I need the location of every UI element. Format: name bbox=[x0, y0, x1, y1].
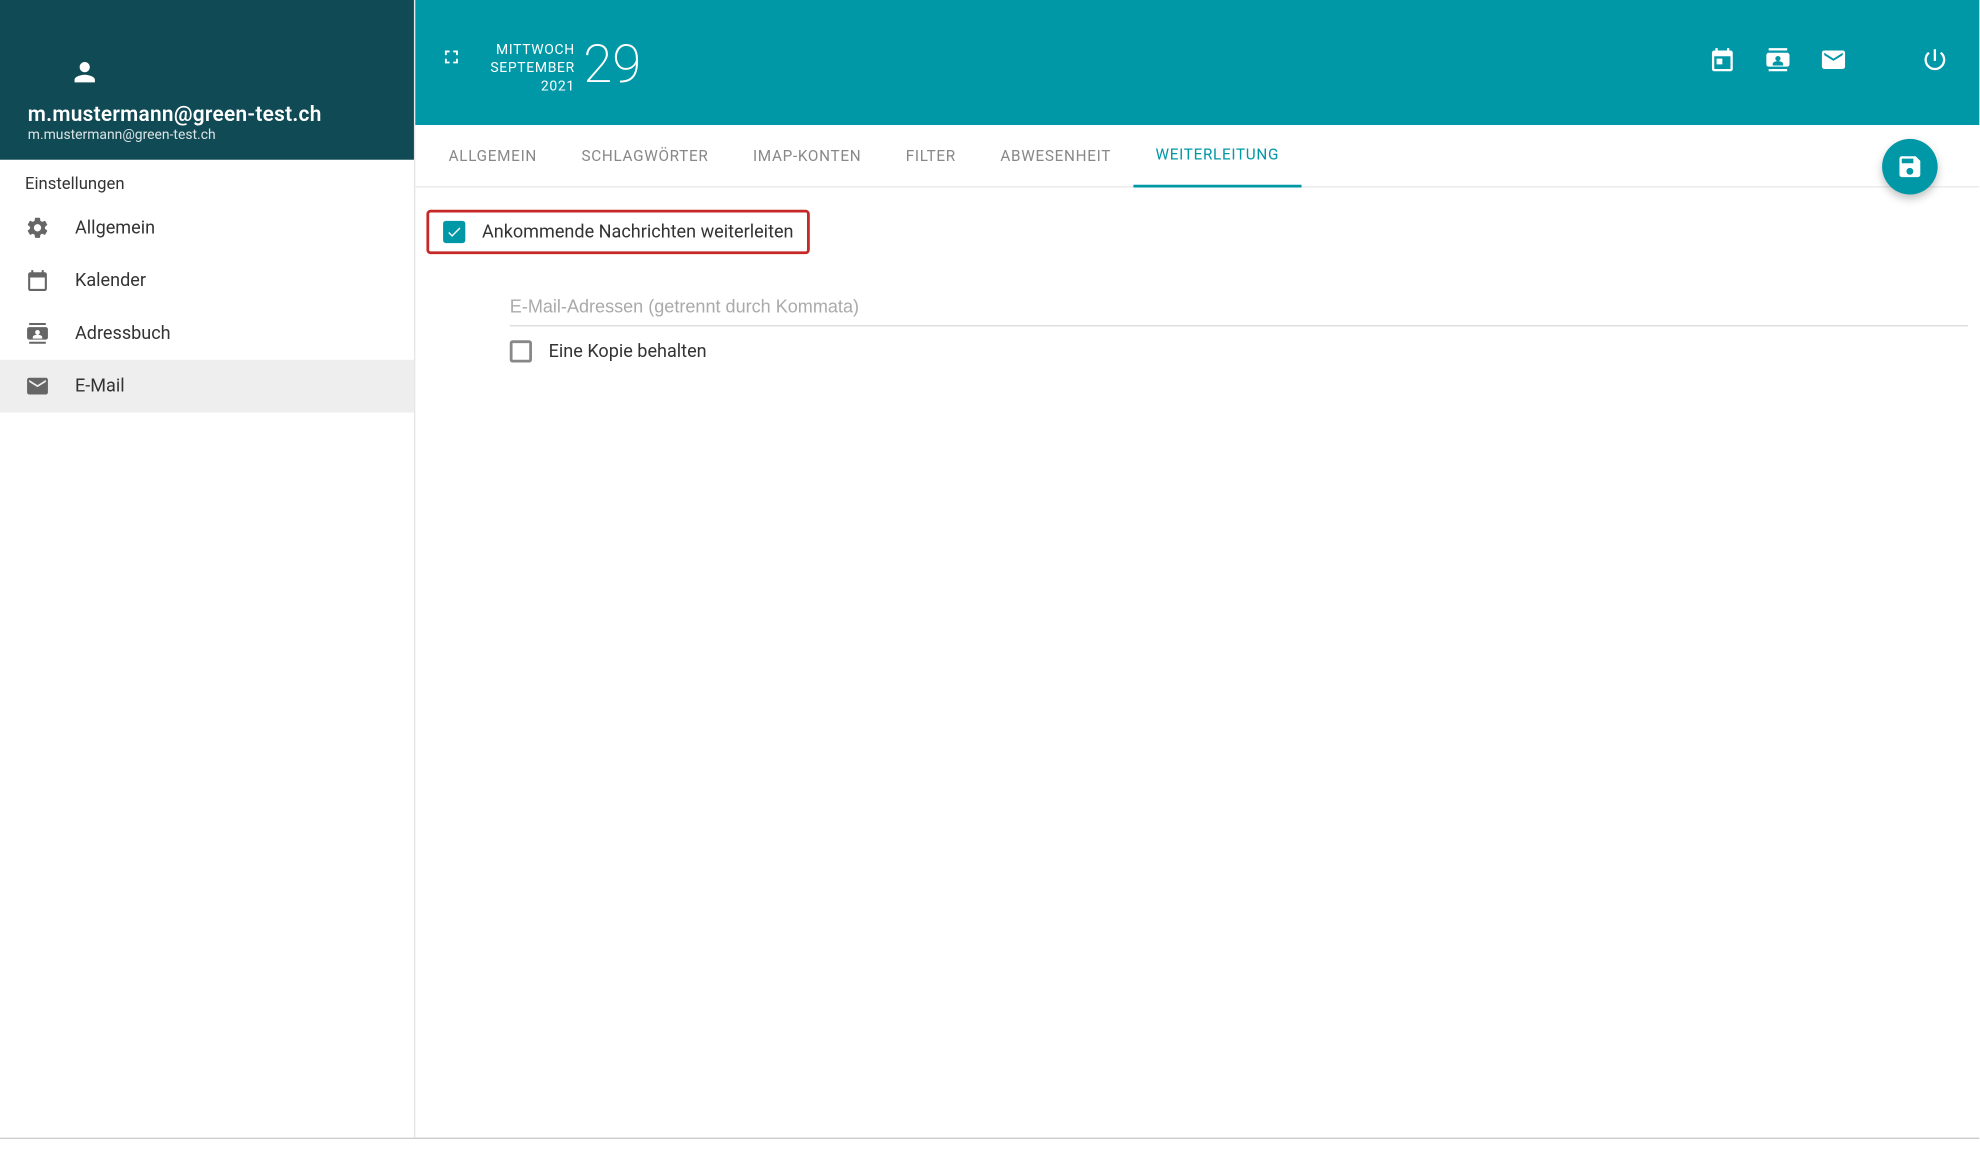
keep-copy-checkbox[interactable] bbox=[510, 340, 532, 362]
date-weekday: MITTWOCH bbox=[496, 42, 575, 60]
mail-icon bbox=[25, 374, 50, 399]
sidebar: m.mustermann@green-test.ch m.mustermann@… bbox=[0, 0, 415, 1138]
topbar-contacts-icon[interactable] bbox=[1764, 46, 1792, 79]
forward-email-input[interactable] bbox=[510, 288, 1968, 327]
sidebar-item-allgemein[interactable]: Allgemein bbox=[0, 201, 414, 254]
avatar-icon bbox=[69, 57, 100, 88]
date-month: SEPTEMBER bbox=[490, 60, 575, 78]
tab-weiterleitung[interactable]: WEITERLEITUNG bbox=[1133, 126, 1301, 187]
user-subemail: m.mustermann@green-test.ch bbox=[28, 128, 386, 143]
divider bbox=[1883, 47, 1884, 78]
sidebar-header: m.mustermann@green-test.ch m.mustermann@… bbox=[0, 0, 414, 160]
topbar-mail-icon[interactable] bbox=[1820, 46, 1848, 79]
topbar: MITTWOCH SEPTEMBER 2021 29 bbox=[415, 0, 1979, 125]
save-button[interactable] bbox=[1882, 139, 1938, 195]
tab-imap-konten[interactable]: IMAP-KONTEN bbox=[731, 125, 884, 186]
forward-enable-checkbox[interactable] bbox=[443, 221, 465, 243]
date-year: 2021 bbox=[541, 78, 575, 96]
user-email: m.mustermann@green-test.ch bbox=[28, 101, 386, 126]
calendar-icon bbox=[25, 268, 50, 293]
keep-copy-label: Eine Kopie behalten bbox=[549, 341, 707, 362]
tab-schlagwoerter[interactable]: SCHLAGWÖRTER bbox=[559, 125, 730, 186]
topbar-calendar-icon[interactable] bbox=[1708, 46, 1736, 79]
content: Ankommende Nachrichten weiterleiten Eine… bbox=[415, 188, 1979, 385]
main: MITTWOCH SEPTEMBER 2021 29 bbox=[415, 0, 1979, 1138]
tab-filter[interactable]: FILTER bbox=[884, 125, 979, 186]
nav-list: Allgemein Kalender Adressbuch E-Mail bbox=[0, 201, 414, 412]
gear-icon bbox=[25, 215, 50, 240]
forward-enable-row: Ankommende Nachrichten weiterleiten bbox=[426, 210, 810, 254]
contacts-icon bbox=[25, 321, 50, 346]
tabbar: ALLGEMEIN SCHLAGWÖRTER IMAP-KONTEN FILTE… bbox=[415, 125, 1979, 188]
date-block: MITTWOCH SEPTEMBER 2021 29 bbox=[490, 39, 641, 96]
sidebar-item-email[interactable]: E-Mail bbox=[0, 360, 414, 413]
tab-abwesenheit[interactable]: ABWESENHEIT bbox=[978, 125, 1133, 186]
sidebar-item-kalender[interactable]: Kalender bbox=[0, 254, 414, 307]
sidebar-title: Einstellungen bbox=[0, 160, 414, 202]
sidebar-item-label: Adressbuch bbox=[75, 323, 171, 344]
tab-allgemein[interactable]: ALLGEMEIN bbox=[426, 125, 559, 186]
forward-enable-label: Ankommende Nachrichten weiterleiten bbox=[482, 222, 794, 243]
date-day: 29 bbox=[583, 39, 641, 92]
fullscreen-icon[interactable] bbox=[440, 46, 462, 74]
power-icon[interactable] bbox=[1921, 46, 1949, 79]
sidebar-item-label: Kalender bbox=[75, 270, 146, 291]
sidebar-item-label: E-Mail bbox=[75, 376, 125, 397]
sidebar-item-label: Allgemein bbox=[75, 217, 155, 238]
sidebar-item-adressbuch[interactable]: Adressbuch bbox=[0, 307, 414, 360]
